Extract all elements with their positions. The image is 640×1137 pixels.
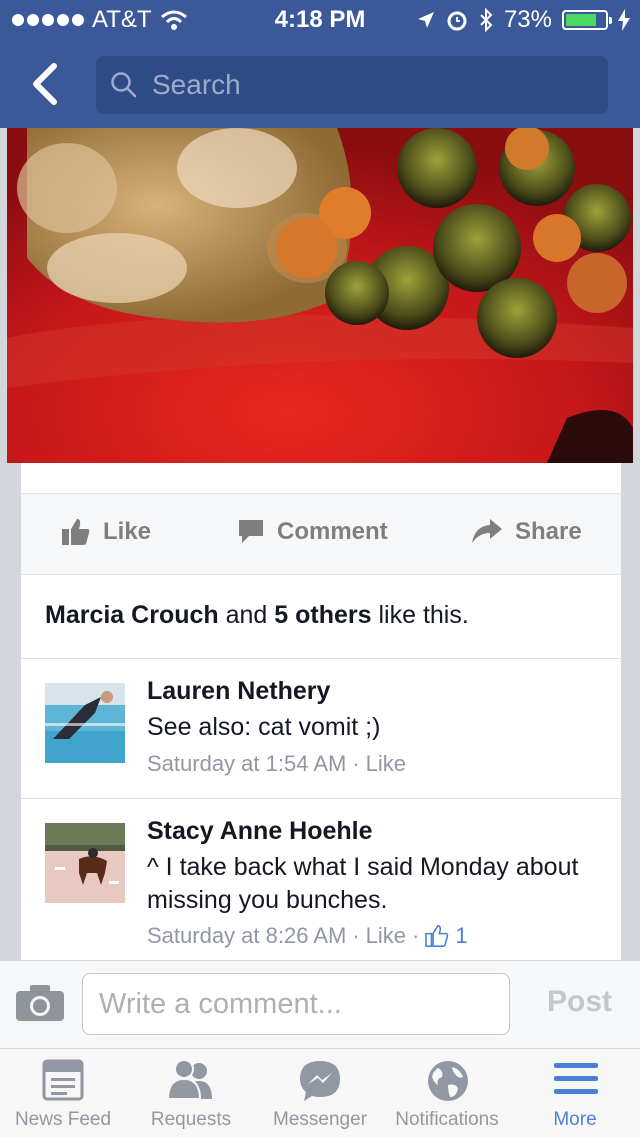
search-icon — [111, 72, 137, 98]
comment-text: See also: cat vomit ;) — [147, 713, 381, 741]
avatar[interactable] — [45, 823, 125, 903]
globe-icon — [428, 1061, 468, 1101]
comment-bubble-icon — [239, 520, 263, 543]
post-button[interactable]: Post — [547, 985, 612, 1019]
top-bar: AT&T 4:18 PM 73% Search — [0, 0, 640, 128]
friend-requests-icon — [166, 1059, 212, 1100]
post-card: Like Comment Share Marcia Crouch and 5 o… — [20, 463, 622, 963]
tab-notifications[interactable]: Notifications — [384, 1049, 510, 1137]
battery-icon — [562, 10, 612, 30]
messenger-icon — [300, 1061, 340, 1101]
comment-meta: Saturday at 1:54 AM · Like — [147, 751, 407, 777]
search-input[interactable]: Search — [96, 56, 608, 114]
comment-timestamp: Saturday at 8:26 AM — [147, 923, 347, 948]
comment-like-link[interactable]: Like — [366, 751, 406, 777]
thumbs-up-icon — [425, 925, 449, 947]
comment-like-count[interactable]: 1 — [455, 923, 467, 949]
share-button[interactable]: Share — [471, 518, 582, 546]
commenter-name[interactable]: Stacy Anne Hoehle — [147, 817, 373, 846]
tab-news-feed[interactable]: News Feed — [0, 1049, 126, 1137]
tab-label: News Feed — [14, 1109, 112, 1130]
comment-text: ^ I take back what I said Monday about m… — [147, 853, 579, 914]
likes-summary[interactable]: Marcia Crouch and 5 others like this. — [45, 601, 469, 630]
food-photo-image — [7, 128, 633, 463]
comment-timestamp: Saturday at 1:54 AM — [147, 751, 347, 776]
like-label: Like — [103, 518, 152, 545]
share-arrow-icon — [472, 519, 502, 543]
avatar[interactable] — [45, 683, 125, 763]
location-arrow-icon — [417, 12, 434, 28]
battery-percent: 73% — [503, 6, 552, 33]
tab-requests[interactable]: Requests — [126, 1049, 256, 1137]
tab-label: More — [553, 1109, 597, 1130]
tab-label: Notifications — [395, 1109, 499, 1130]
status-bar: AT&T 4:18 PM 73% — [0, 0, 640, 40]
liker-name[interactable]: Marcia Crouch — [45, 601, 219, 629]
divider — [21, 658, 621, 659]
divider — [21, 798, 621, 799]
thumbs-up-icon — [62, 519, 90, 545]
comment-button[interactable]: Comment — [237, 518, 388, 546]
tab-bar: News Feed Requests Messenger Notificatio… — [0, 1048, 640, 1137]
back-button[interactable] — [24, 58, 68, 110]
news-feed-icon — [42, 1059, 84, 1101]
comment-item: Stacy Anne Hoehle ^ I take back what I s… — [45, 817, 605, 953]
post-action-bar: Like Comment Share — [21, 493, 621, 575]
tab-label: Messenger — [273, 1109, 367, 1130]
bluetooth-icon — [480, 8, 493, 32]
charging-bolt-icon — [618, 9, 630, 31]
share-label: Share — [515, 518, 582, 545]
search-placeholder: Search — [152, 69, 241, 100]
comment-composer: Post — [0, 960, 640, 1049]
commenter-name[interactable]: Lauren Nethery — [147, 677, 330, 706]
comment-like-link[interactable]: Like — [366, 923, 406, 949]
tab-more[interactable]: More — [510, 1049, 640, 1137]
others-link[interactable]: 5 others — [274, 601, 371, 629]
hamburger-menu-icon — [554, 1063, 598, 1094]
comment-label: Comment — [277, 518, 388, 545]
like-button[interactable]: Like — [61, 518, 151, 546]
alarm-icon — [447, 11, 467, 31]
tab-label: Requests — [150, 1109, 232, 1130]
comment-input[interactable] — [82, 973, 510, 1035]
comment-meta: Saturday at 8:26 AM · Like · 1 — [147, 923, 468, 949]
camera-icon[interactable] — [14, 983, 66, 1023]
tab-messenger[interactable]: Messenger — [256, 1049, 384, 1137]
comment-item: Lauren Nethery See also: cat vomit ;) Sa… — [45, 677, 605, 783]
post-photo[interactable] — [7, 128, 633, 463]
